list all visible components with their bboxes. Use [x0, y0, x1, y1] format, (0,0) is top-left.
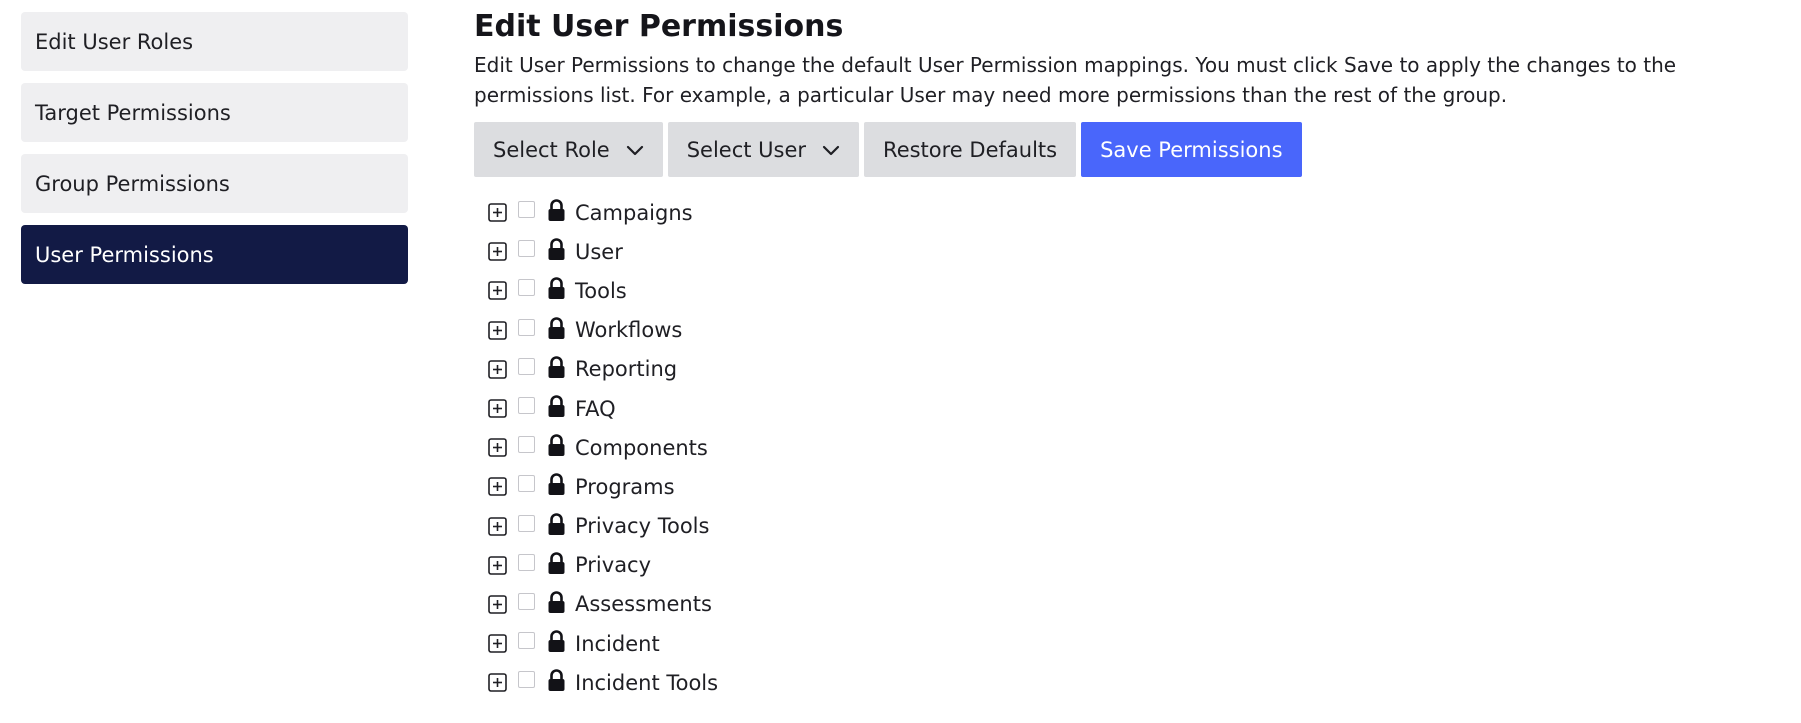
lock-icon	[546, 434, 567, 457]
tree-item-label: Components	[575, 435, 708, 460]
chevron-down-icon	[822, 141, 840, 159]
tree-item-label: Tools	[575, 278, 627, 303]
tree-item-label: User	[575, 239, 623, 264]
sidebar-item-user-permissions[interactable]: User Permissions	[21, 225, 408, 284]
select-user-label: Select User	[686, 137, 807, 162]
lock-icon	[546, 316, 567, 340]
expand-icon[interactable]	[488, 673, 507, 693]
tree-item-checkbox[interactable]	[518, 240, 535, 258]
select-role-label: Select Role	[493, 137, 610, 162]
tree-item-checkbox[interactable]	[518, 357, 535, 375]
tree-item-label: Incident Tools	[575, 670, 719, 695]
select-user-dropdown[interactable]: Select User	[667, 122, 860, 177]
page-title: Edit User Permissions	[474, 9, 844, 44]
tree-item-label: Privacy	[575, 553, 652, 578]
sidebar: Edit User Roles Target Permissions Group…	[21, 12, 408, 296]
expand-icon[interactable]	[488, 438, 507, 458]
expand-icon[interactable]	[488, 281, 507, 301]
tree-item-checkbox[interactable]	[518, 436, 535, 454]
permissions-tree: Campaigns User Tools Workflows Reporting…	[488, 193, 1794, 702]
expand-icon[interactable]	[488, 360, 507, 379]
description-line-2: permissions list. For example, a particu…	[474, 83, 1508, 107]
expand-icon[interactable]	[488, 477, 507, 497]
expand-icon[interactable]	[488, 320, 507, 340]
tree-item-label: Incident	[575, 631, 660, 656]
tree-item: User	[488, 232, 1794, 271]
description-line-1: Edit User Permissions to change the defa…	[474, 53, 1677, 77]
lock-icon	[546, 356, 567, 379]
sidebar-item-edit-user-roles[interactable]: Edit User Roles	[21, 12, 408, 71]
tree-item-checkbox[interactable]	[518, 671, 535, 689]
tree-item-checkbox[interactable]	[518, 592, 535, 610]
restore-defaults-button[interactable]: Restore Defaults	[864, 122, 1077, 177]
tree-item: Reporting	[488, 350, 1794, 389]
tree-item-checkbox[interactable]	[518, 201, 535, 219]
expand-icon[interactable]	[488, 516, 507, 536]
tree-item: Campaigns	[488, 193, 1794, 232]
lock-icon	[546, 630, 567, 653]
lock-icon	[546, 552, 567, 575]
tree-item-label: Programs	[575, 474, 675, 499]
tree-item-label: Assessments	[575, 592, 712, 617]
tree-item-checkbox[interactable]	[518, 397, 535, 415]
tree-item-label: FAQ	[575, 396, 616, 421]
tree-item: Privacy	[488, 546, 1794, 585]
tree-item-label: Campaigns	[575, 200, 693, 225]
lock-icon	[546, 669, 567, 692]
sidebar-item-target-permissions[interactable]: Target Permissions	[21, 83, 408, 142]
tree-item: Workflows	[488, 311, 1794, 350]
tree-item-checkbox[interactable]	[518, 632, 535, 650]
lock-icon	[546, 238, 567, 261]
lock-icon	[546, 591, 567, 614]
tree-item: Assessments	[488, 585, 1794, 624]
expand-icon[interactable]	[488, 203, 507, 222]
lock-icon	[546, 395, 567, 418]
tree-item-label: Workflows	[575, 318, 683, 343]
lock-icon	[546, 473, 567, 496]
tree-item-checkbox[interactable]	[518, 514, 535, 532]
tree-item: Incident Tools	[488, 663, 1794, 702]
tree-item: Components	[488, 428, 1794, 467]
tree-item-checkbox[interactable]	[518, 279, 535, 297]
tree-item: FAQ	[488, 389, 1794, 428]
tree-item: Privacy Tools	[488, 507, 1794, 546]
tree-item-label: Privacy Tools	[575, 514, 710, 539]
expand-icon[interactable]	[488, 634, 507, 653]
tree-item: Tools	[488, 271, 1794, 310]
tree-item: Incident	[488, 624, 1794, 663]
tree-item-checkbox[interactable]	[518, 553, 535, 571]
lock-icon	[546, 277, 567, 300]
select-role-dropdown[interactable]: Select Role	[474, 122, 663, 177]
expand-icon[interactable]	[488, 595, 507, 614]
tree-item: Programs	[488, 467, 1794, 506]
page-description: Edit User Permissions to change the defa…	[474, 50, 1794, 110]
expand-icon[interactable]	[488, 399, 507, 418]
chevron-down-icon	[626, 141, 644, 159]
lock-icon	[546, 512, 567, 536]
expand-icon[interactable]	[488, 555, 507, 575]
tree-item-checkbox[interactable]	[518, 475, 535, 493]
save-permissions-button[interactable]: Save Permissions	[1081, 122, 1302, 177]
sidebar-item-group-permissions[interactable]: Group Permissions	[21, 154, 408, 213]
tree-item-label: Reporting	[575, 357, 678, 382]
toolbar: Select Role Select User Restore Defaults…	[474, 122, 1794, 177]
expand-icon[interactable]	[488, 242, 507, 262]
lock-icon	[546, 199, 567, 222]
main-content: Edit User Permissions Edit User Permissi…	[474, 0, 1794, 702]
tree-item-checkbox[interactable]	[518, 318, 535, 336]
